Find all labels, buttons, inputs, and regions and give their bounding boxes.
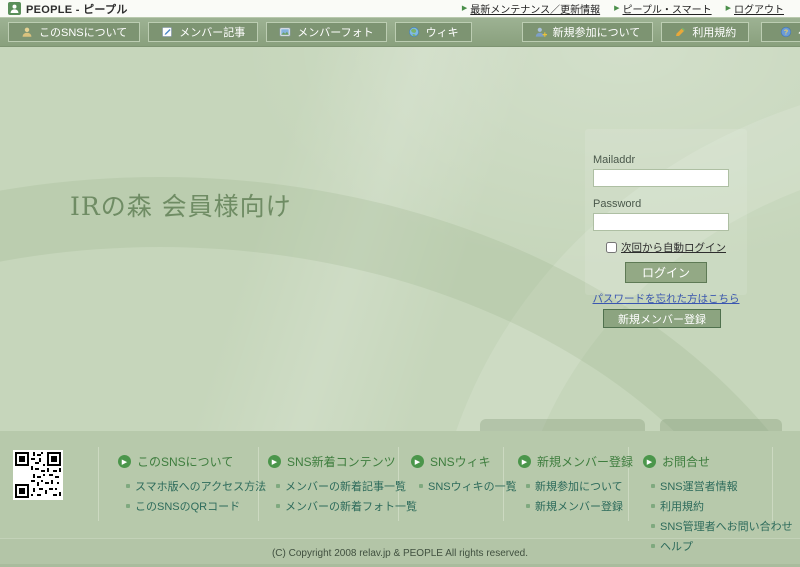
footer-heading[interactable]: ▶ このSNSについて bbox=[118, 453, 266, 470]
pencil-icon bbox=[674, 26, 686, 38]
footer-column-about: ▶ このSNSについて スマホ版へのアクセス方法 このSNSのQRコード bbox=[118, 453, 266, 518]
nav-button-member-photos[interactable]: メンバーフォト bbox=[266, 22, 386, 42]
auto-login-checkbox[interactable] bbox=[606, 242, 617, 253]
footer-column-register: ▶ 新規メンバー登録 新規参加について 新規メンバー登録 bbox=[518, 453, 633, 518]
nav-button-help[interactable]: ? ヘルプ bbox=[761, 22, 800, 42]
auto-login-row: 次回から自動ログイン bbox=[585, 240, 747, 255]
article-icon bbox=[161, 26, 173, 38]
main-area: IRの森 会員様向け Mailaddr Password 次回から自動ログイン … bbox=[0, 47, 800, 431]
play-circle-icon: ▶ bbox=[643, 455, 656, 468]
bullet-icon bbox=[276, 504, 280, 508]
nav-button-label: ウィキ bbox=[426, 24, 459, 40]
top-bar: PEOPLE - ピープル ▶最新メンテナンス／更新情報 ▶ピープル・スマート … bbox=[0, 0, 800, 17]
decor-tab bbox=[660, 419, 782, 431]
footer-link[interactable]: このSNSのQRコード bbox=[126, 498, 266, 514]
footer-link[interactable]: SNSウィキの一覧 bbox=[419, 478, 517, 494]
footer-link[interactable]: メンバーの新着記事一覧 bbox=[276, 478, 417, 494]
footer-link[interactable]: メンバーの新着フォト一覧 bbox=[276, 498, 417, 514]
nav-bar: このSNSについて メンバー記事 メンバーフォト ウィキ 新規参加について 利用… bbox=[0, 17, 800, 47]
top-links: ▶最新メンテナンス／更新情報 ▶ピープル・スマート ▶ログアウト bbox=[462, 1, 784, 16]
play-circle-icon: ▶ bbox=[411, 455, 424, 468]
nav-button-terms[interactable]: 利用規約 bbox=[661, 22, 749, 42]
page: PEOPLE - ピープル ▶最新メンテナンス／更新情報 ▶ピープル・スマート … bbox=[0, 0, 800, 567]
nav-button-wiki[interactable]: ウィキ bbox=[395, 22, 472, 42]
qr-code-image bbox=[13, 450, 63, 500]
bullet-icon bbox=[126, 504, 130, 508]
nav-button-label: メンバーフォト bbox=[297, 24, 373, 40]
bullet-icon bbox=[651, 544, 655, 548]
play-circle-icon: ▶ bbox=[118, 455, 131, 468]
nav-right-group: 利用規約 ? ヘルプ bbox=[661, 22, 800, 42]
site-tagline: IRの森 会員様向け bbox=[70, 187, 292, 223]
person-icon bbox=[21, 26, 33, 38]
footer-heading[interactable]: ▶ お問合せ bbox=[643, 453, 793, 470]
bullet-icon bbox=[526, 484, 530, 488]
register-button[interactable]: 新規メンバー登録 bbox=[603, 309, 721, 328]
bullet-icon bbox=[526, 504, 530, 508]
nav-button-label: 新規参加について bbox=[553, 24, 641, 40]
brand-title: PEOPLE - ピープル bbox=[26, 1, 128, 17]
footer-link[interactable]: 新規メンバー登録 bbox=[526, 498, 633, 514]
copyright-text: (C) Copyright 2008 relav.jp & PEOPLE All… bbox=[272, 548, 528, 559]
nav-button-join[interactable]: 新規参加について bbox=[522, 22, 654, 42]
top-link-logout[interactable]: ▶ログアウト bbox=[726, 1, 784, 16]
bullet-icon bbox=[651, 524, 655, 528]
footer-link[interactable]: ヘルプ bbox=[651, 538, 793, 554]
login-panel: Mailaddr Password 次回から自動ログイン ログイン パスワードを… bbox=[585, 129, 747, 295]
photo-icon bbox=[279, 26, 291, 38]
footer-column-contact: ▶ お問合せ SNS運営者情報 利用規約 SNS管理者へお問い合わせ ヘルプ bbox=[643, 453, 793, 558]
footer-heading[interactable]: ▶ 新規メンバー登録 bbox=[518, 453, 633, 470]
globe-icon bbox=[408, 26, 420, 38]
arrow-right-icon: ▶ bbox=[614, 5, 619, 12]
footer-link[interactable]: 利用規約 bbox=[651, 498, 793, 514]
play-circle-icon: ▶ bbox=[518, 455, 531, 468]
footer-column-wiki: ▶ SNSウィキ SNSウィキの一覧 bbox=[411, 453, 517, 498]
footer-column-new-contents: ▶ SNS新着コンテンツ メンバーの新着記事一覧 メンバーの新着フォト一覧 bbox=[268, 453, 417, 518]
top-link-people-smart[interactable]: ▶ピープル・スマート bbox=[614, 1, 712, 16]
arrow-right-icon: ▶ bbox=[462, 5, 467, 12]
nav-button-label: 利用規約 bbox=[692, 24, 736, 40]
bullet-icon bbox=[651, 504, 655, 508]
bullet-icon bbox=[419, 484, 423, 488]
footer: ▶ このSNSについて スマホ版へのアクセス方法 このSNSのQRコード ▶ S… bbox=[0, 431, 800, 538]
footer-divider bbox=[98, 447, 99, 521]
mailaddr-input[interactable] bbox=[593, 169, 729, 187]
footer-link[interactable]: スマホ版へのアクセス方法 bbox=[126, 478, 266, 494]
password-input[interactable] bbox=[593, 213, 729, 231]
help-icon: ? bbox=[780, 26, 792, 38]
nav-button-label: このSNSについて bbox=[39, 24, 127, 40]
footer-link[interactable]: 新規参加について bbox=[526, 478, 633, 494]
person-add-icon bbox=[535, 26, 547, 38]
arrow-right-icon: ▶ bbox=[726, 5, 731, 12]
play-circle-icon: ▶ bbox=[268, 455, 281, 468]
footer-heading[interactable]: ▶ SNS新着コンテンツ bbox=[268, 453, 417, 470]
forgot-password-link[interactable]: パスワードを忘れた方はこちら bbox=[585, 291, 747, 306]
nav-button-label: メンバー記事 bbox=[179, 24, 245, 40]
nav-button-about-sns[interactable]: このSNSについて bbox=[8, 22, 140, 42]
footer-link[interactable]: SNS管理者へお問い合わせ bbox=[651, 518, 793, 534]
top-link-maintenance[interactable]: ▶最新メンテナンス／更新情報 bbox=[462, 1, 600, 16]
mailaddr-label: Mailaddr bbox=[593, 129, 747, 166]
footer-heading[interactable]: ▶ SNSウィキ bbox=[411, 453, 517, 470]
auto-login-label[interactable]: 次回から自動ログイン bbox=[621, 240, 726, 255]
bullet-icon bbox=[651, 484, 655, 488]
bullet-icon bbox=[126, 484, 130, 488]
login-button[interactable]: ログイン bbox=[625, 262, 707, 283]
footer-link[interactable]: SNS運営者情報 bbox=[651, 478, 793, 494]
svg-text:?: ? bbox=[784, 30, 788, 37]
password-label: Password bbox=[593, 198, 747, 210]
decor-tab bbox=[480, 419, 645, 431]
nav-button-member-articles[interactable]: メンバー記事 bbox=[148, 22, 258, 42]
brand[interactable]: PEOPLE - ピープル bbox=[8, 1, 128, 17]
people-logo-icon bbox=[8, 2, 21, 15]
bullet-icon bbox=[276, 484, 280, 488]
